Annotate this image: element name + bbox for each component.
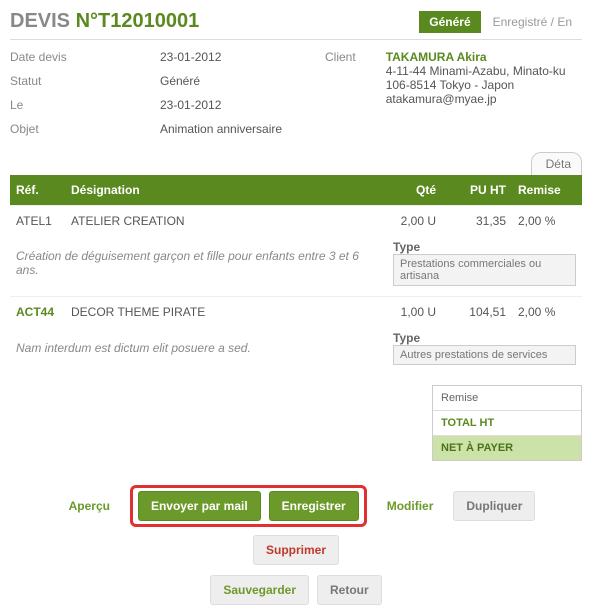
col-ref: Réf. — [10, 175, 65, 206]
label-client: Client — [325, 50, 356, 136]
client-box: TAKAMURA Akira 4-11-44 Minami-Azabu, Min… — [386, 50, 566, 136]
value-date: 23-01-2012 — [160, 50, 325, 64]
col-pu: PU HT — [442, 175, 512, 206]
client-name: TAKAMURA Akira — [386, 50, 566, 64]
type-select[interactable]: Prestations commerciales ou artisana — [393, 254, 576, 286]
cell-designation: ATELIER CREATION — [65, 206, 387, 237]
label-date: Date devis — [10, 50, 160, 64]
dupliquer-button[interactable]: Dupliquer — [453, 491, 535, 521]
col-qte: Qté — [387, 175, 442, 206]
table-row-desc: Nam interdum est dictum elit posuere a s… — [10, 327, 582, 375]
sauvegarder-button[interactable]: Sauvegarder — [210, 575, 309, 605]
label-objet: Objet — [10, 122, 160, 136]
client-email: atakamura@myae.jp — [386, 92, 566, 106]
status-tabs: Généré Enregistré / En — [419, 11, 582, 33]
tab-detail[interactable]: Déta — [531, 152, 582, 175]
envoyer-mail-button[interactable]: Envoyer par mail — [138, 491, 261, 521]
status-tab-enregistre[interactable]: Enregistré / En — [481, 11, 582, 33]
table-row[interactable]: ATEL1ATELIER CREATION2,00 U31,352,00 % — [10, 206, 582, 237]
totals-box: Remise TOTAL HT NET À PAYER — [432, 385, 582, 461]
cell-description: Nam interdum est dictum elit posuere a s… — [10, 327, 387, 375]
apercu-button[interactable]: Aperçu — [57, 492, 122, 520]
col-designation: Désignation — [65, 175, 387, 206]
col-remise: Remise — [512, 175, 582, 206]
client-addr1: 4-11-44 Minami-Azabu, Minato-ku — [386, 64, 566, 78]
cell-remise: 2,00 % — [512, 297, 582, 328]
label-le: Le — [10, 98, 160, 112]
modifier-button[interactable]: Modifier — [375, 492, 446, 520]
cell-ref: ATEL1 — [10, 206, 65, 237]
supprimer-button[interactable]: Supprimer — [253, 535, 339, 565]
label-statut: Statut — [10, 74, 160, 88]
items-table: Réf. Désignation Qté PU HT Remise ATEL1A… — [10, 175, 582, 375]
retour-button[interactable]: Retour — [317, 575, 382, 605]
cell-description: Création de déguisement garçon et fille … — [10, 236, 387, 297]
cell-designation: DECOR THEME PIRATE — [65, 297, 387, 328]
type-label: Type — [393, 331, 426, 345]
quote-number: N°T12010001 — [76, 10, 200, 32]
table-row-desc: Création de déguisement garçon et fille … — [10, 236, 582, 297]
cell-type: TypeAutres prestations de services — [387, 327, 582, 375]
client-addr2: 106-8514 Tokyo - Japon — [386, 78, 566, 92]
totals-total-ht: TOTAL HT — [433, 411, 581, 436]
title-prefix: DEVIS — [10, 10, 76, 32]
totals-remise: Remise — [433, 386, 581, 411]
cell-pu: 31,35 — [442, 206, 512, 237]
cell-pu: 104,51 — [442, 297, 512, 328]
page-title: DEVIS N°T12010001 — [10, 10, 199, 33]
cell-type: TypePrestations commerciales ou artisana — [387, 236, 582, 297]
cell-qte: 1,00 U — [387, 297, 442, 328]
value-objet: Animation anniversaire — [160, 122, 325, 136]
totals-net: NET À PAYER — [433, 436, 581, 460]
status-tab-genere[interactable]: Généré — [419, 11, 480, 33]
cell-remise: 2,00 % — [512, 206, 582, 237]
enregistrer-button[interactable]: Enregistrer — [269, 491, 359, 521]
value-statut: Généré — [160, 74, 325, 88]
type-label: Type — [393, 240, 426, 254]
value-le: 23-01-2012 — [160, 98, 325, 112]
cell-qte: 2,00 U — [387, 206, 442, 237]
type-select[interactable]: Autres prestations de services — [393, 345, 576, 365]
cell-ref: ACT44 — [10, 297, 65, 328]
table-row[interactable]: ACT44DECOR THEME PIRATE1,00 U104,512,00 … — [10, 297, 582, 328]
